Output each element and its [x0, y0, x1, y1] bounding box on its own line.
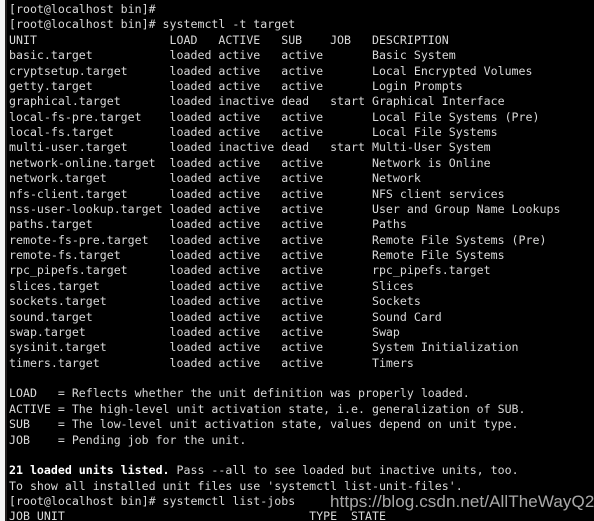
terminal-line: sysinit.target loaded active active Syst… [9, 340, 519, 355]
terminal-line: cryptsetup.target loaded active active L… [9, 63, 533, 78]
terminal-line: network.target loaded active active Netw… [9, 171, 421, 186]
terminal-line: paths.target loaded active active Paths [9, 217, 407, 232]
terminal-line: rpc_pipefs.target loaded active active r… [9, 263, 491, 278]
terminal-line: network-online.target loaded active acti… [9, 155, 491, 170]
terminal-line: JOB UNIT TYPE STATE [9, 509, 386, 521]
terminal-line: 21 loaded units listed. Pass --all to se… [9, 463, 594, 478]
terminal-line: To show all installed unit files use 'sy… [9, 478, 463, 493]
terminal-line: [root@localhost bin]# [9, 2, 156, 16]
terminal-line: swap.target loaded active active Swap [9, 324, 400, 339]
summary-count: 21 loaded units listed. [9, 463, 170, 478]
terminal-line: LOAD = Reflects whether the unit definit… [9, 386, 470, 401]
summary-rest: Pass --all to see loaded but inactive un… [169, 463, 519, 478]
terminal-line: getty.target loaded active active Login … [9, 78, 463, 93]
terminal-line: timers.target loaded active active Timer… [9, 355, 414, 370]
left-border-rule [5, 0, 7, 521]
terminal-line: multi-user.target loaded inactive dead s… [9, 140, 491, 155]
terminal-line: local-fs-pre.target loaded active active… [9, 109, 540, 124]
terminal-line: slices.target loaded active active Slice… [9, 278, 414, 293]
terminal-line: graphical.target loaded inactive dead st… [9, 94, 505, 109]
terminal-line: [root@localhost bin]# systemctl -t targe… [9, 17, 296, 32]
terminal-line: nfs-client.target loaded active active N… [9, 186, 505, 201]
terminal-line: JOB = Pending job for the unit. [9, 432, 247, 447]
terminal-line: ACTIVE = The high-level unit activation … [9, 401, 526, 416]
terminal-line: sound.target loaded active active Sound … [9, 309, 442, 324]
terminal-line: SUB = The low-level unit activation stat… [9, 417, 519, 432]
terminal-line: remote-fs.target loaded active active Re… [9, 248, 505, 262]
terminal-output-pane[interactable]: [root@localhost bin]# [root@localhost bin… [7, 0, 594, 521]
screenshot-root: [root@localhost bin]# [root@localhost bin… [0, 0, 594, 521]
terminal-line: UNIT LOAD ACTIVE SUB JOB DESCRIPTION [9, 32, 449, 47]
terminal-line: local-fs.target loaded active active Loc… [9, 125, 498, 139]
terminal-line: remote-fs-pre.target loaded active activ… [9, 232, 547, 247]
terminal-line: nss-user-lookup.target loaded active act… [9, 201, 561, 216]
terminal-line: sockets.target loaded active active Sock… [9, 294, 421, 309]
terminal-line: [root@localhost bin]# systemctl list-job… [9, 494, 296, 508]
terminal-line: basic.target loaded active active Basic … [9, 48, 456, 63]
